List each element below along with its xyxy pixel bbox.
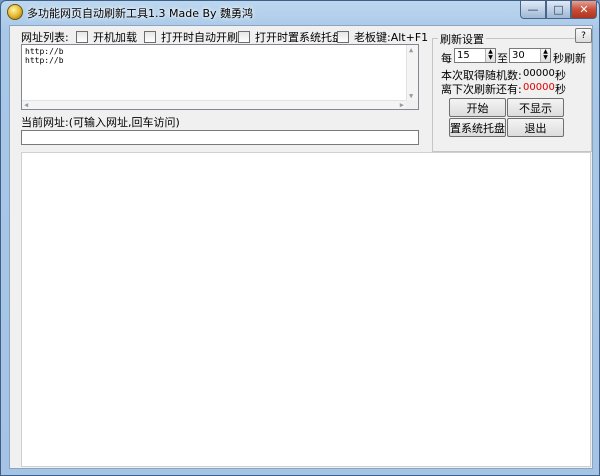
seconds-refresh-label: 秒刷新: [553, 52, 586, 65]
countdown-label: 离下次刷新还有:: [441, 83, 522, 96]
option-auto-refresh[interactable]: 打开时自动开刷: [144, 29, 238, 45]
option-autostart[interactable]: 开机加载: [76, 29, 137, 45]
checkbox[interactable]: [337, 31, 349, 43]
max-seconds-value: 30: [512, 50, 525, 61]
main-window: 多功能网页自动刷新工具1.3 Made By 魏勇鸿 — □ ✕ 网址列表: 开…: [0, 0, 600, 476]
min-seconds-value: 15: [457, 50, 470, 61]
scroll-down-icon[interactable]: ▼: [409, 92, 413, 100]
max-seconds-spinner[interactable]: 30 ▲ ▼: [509, 48, 551, 63]
title-bar[interactable]: 多功能网页自动刷新工具1.3 Made By 魏勇鸿 — □ ✕: [1, 1, 599, 23]
address-input[interactable]: [21, 130, 419, 145]
maximize-button[interactable]: □: [546, 1, 571, 19]
browser-view[interactable]: [21, 152, 591, 467]
to-label: 至: [497, 52, 508, 65]
address-label: 当前网址:(可输入网址,回车访问): [21, 116, 180, 129]
app-icon: [7, 4, 23, 20]
scroll-right-icon[interactable]: ▶: [400, 101, 404, 109]
scrollbar-corner: [406, 100, 418, 109]
countdown-value: 00000: [523, 82, 555, 93]
each-label: 每: [441, 52, 452, 65]
client-area: 网址列表: 开机加载 打开时自动开刷 打开时置系统托盘 老板键:Alt+F1 h…: [9, 25, 593, 469]
option-label: 打开时自动开刷: [161, 31, 238, 44]
horizontal-scrollbar[interactable]: ◀ ▶: [22, 100, 406, 109]
exit-button[interactable]: 退出: [507, 118, 564, 137]
random-number-value: 00000: [523, 68, 555, 79]
option-label: 打开时置系统托盘: [255, 31, 343, 44]
close-button[interactable]: ✕: [571, 1, 597, 19]
window-title: 多功能网页自动刷新工具1.3 Made By 魏勇鸿: [27, 7, 254, 20]
countdown-unit-label: 秒: [555, 83, 566, 96]
minimize-button[interactable]: —: [520, 1, 546, 19]
min-seconds-spinner[interactable]: 15 ▲ ▼: [454, 48, 496, 63]
scroll-up-icon[interactable]: ▲: [409, 46, 413, 54]
hide-button[interactable]: 不显示: [507, 98, 564, 117]
spinner-arrows[interactable]: ▲ ▼: [485, 49, 495, 62]
scroll-left-icon[interactable]: ◀: [24, 101, 28, 109]
checkbox[interactable]: [76, 31, 88, 43]
help-button[interactable]: ?: [575, 28, 592, 43]
url-list-label: 网址列表:: [21, 31, 69, 44]
url-line: http://b: [25, 56, 64, 65]
option-label: 开机加载: [93, 31, 137, 44]
url-list-textarea[interactable]: http://b http://b ▲ ▼ ◀ ▶: [21, 44, 419, 110]
option-tray-on-open[interactable]: 打开时置系统托盘: [238, 29, 343, 45]
tray-button[interactable]: 置系统托盘: [449, 118, 506, 137]
start-button[interactable]: 开始: [449, 98, 506, 117]
url-line: http://b: [25, 47, 64, 56]
refresh-settings-title: 刷新设置: [438, 31, 486, 47]
spinner-arrows[interactable]: ▲ ▼: [540, 49, 550, 62]
checkbox[interactable]: [238, 31, 250, 43]
checkbox[interactable]: [144, 31, 156, 43]
vertical-scrollbar[interactable]: ▲ ▼: [406, 45, 418, 101]
option-label: 老板键:Alt+F1: [354, 31, 429, 44]
option-boss-key[interactable]: 老板键:Alt+F1: [337, 29, 428, 45]
